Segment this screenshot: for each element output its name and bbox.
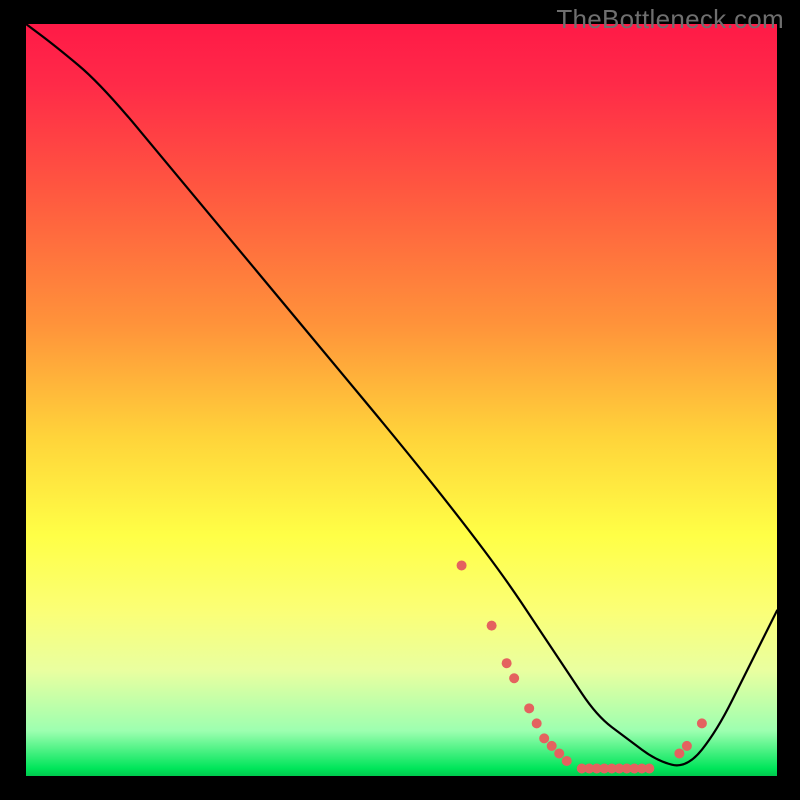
marker-dot [682,741,692,751]
marker-dot [532,718,542,728]
marker-dot [524,703,534,713]
marker-dot [554,748,564,758]
marker-dot [547,741,557,751]
plot-overlay [26,24,777,776]
curve-line [26,24,777,765]
watermark-text: TheBottleneck.com [556,4,784,35]
marker-dot [487,621,497,631]
marker-dot [457,560,467,570]
marker-dot [674,748,684,758]
marker-dot [697,718,707,728]
marker-dot [502,658,512,668]
marker-dot [562,756,572,766]
marker-dots [457,560,707,773]
marker-dot [509,673,519,683]
chart-frame: TheBottleneck.com [0,0,800,800]
marker-dot [644,763,654,773]
marker-dot [539,733,549,743]
